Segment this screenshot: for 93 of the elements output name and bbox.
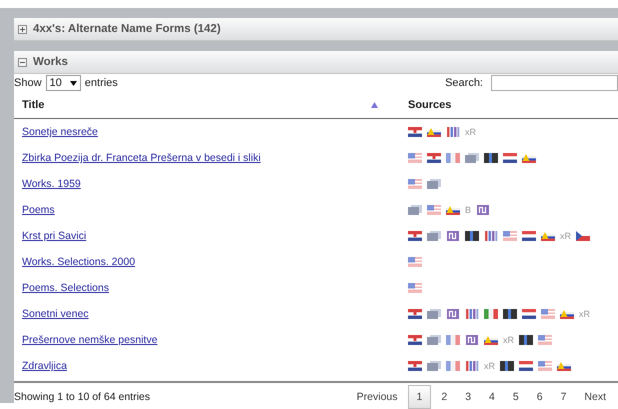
work-link[interactable]: Poems. Selections (22, 282, 109, 294)
page-button[interactable]: 1 (408, 385, 432, 409)
flag-icon (522, 231, 536, 241)
panel-header[interactable]: 4xx's: Alternate Name Forms (142) (14, 18, 618, 41)
column-header[interactable]: Sources (384, 92, 618, 118)
column-header[interactable]: Title (14, 92, 384, 118)
work-link[interactable]: Sonetje nesreče (22, 126, 98, 138)
tile-icon (446, 231, 460, 241)
dark-tile-icon (484, 153, 498, 163)
flag-icon (408, 361, 422, 371)
entries-dropdown[interactable]: 10 (46, 75, 81, 91)
book-icon (427, 179, 441, 189)
column-title: Sources (408, 99, 452, 111)
collapse-icon[interactable] (18, 58, 27, 66)
flag-icon (408, 283, 422, 293)
panel-header[interactable]: Works (14, 51, 618, 74)
warning-flag-icon (427, 127, 441, 137)
source-label: xR (579, 309, 590, 319)
entries-info: Showing 1 to 10 of 64 entries (14, 391, 150, 403)
page-button[interactable]: 2 (433, 386, 456, 408)
flag-icon (408, 231, 422, 241)
panel-title: Works (33, 56, 68, 68)
work-link[interactable]: Works. Selections. 2000 (22, 256, 136, 268)
page-button[interactable]: 4 (481, 386, 503, 408)
dark-tile-icon (500, 361, 514, 371)
flag-icon (519, 361, 533, 371)
flag-icon (427, 205, 441, 215)
flag-icon (427, 153, 441, 163)
warning-flag-icon (446, 205, 460, 215)
flag-icon (408, 127, 422, 137)
warning-flag-icon (484, 335, 498, 345)
book-icon (408, 205, 422, 215)
flag-icon (408, 309, 422, 319)
entries-label: entries (84, 77, 118, 89)
previous-button[interactable]: Previous (348, 386, 406, 408)
work-link[interactable]: Prešernove nemške pesnitve (22, 334, 158, 346)
book-icon (427, 309, 441, 319)
work-link[interactable]: Sonetni venec (22, 308, 89, 320)
panel-title: 4xx's: Alternate Name Forms (142) (33, 23, 221, 35)
dark-tile-icon (503, 309, 517, 319)
source-label: B (465, 205, 472, 215)
page-button[interactable]: 7 (552, 386, 574, 408)
flag-icon (522, 309, 536, 319)
warning-flag-icon (541, 231, 555, 241)
book-icon (465, 153, 479, 163)
work-link[interactable]: Zbirka Poezija dr. Franceta Prešerna v besedi i sliki (22, 152, 261, 164)
stripes-icon (465, 309, 479, 319)
tile-icon (465, 335, 479, 345)
flag-icon (503, 153, 517, 163)
flag-icon (446, 361, 460, 371)
warning-flag-icon (557, 361, 571, 371)
stripes-icon (465, 361, 479, 371)
dark-tile-icon (519, 335, 533, 345)
flag-icon (538, 335, 552, 345)
work-link[interactable]: Zdravljica (22, 360, 67, 372)
caret-icon (70, 80, 77, 86)
search-label: Search: (445, 77, 483, 89)
source-label: xR (465, 127, 476, 137)
flag-icon (408, 153, 422, 163)
stripes-icon (446, 127, 460, 137)
flag-icon (576, 231, 590, 241)
flag-icon (408, 179, 422, 189)
source-label: xR (503, 335, 514, 345)
flag-icon (503, 231, 517, 241)
next-button[interactable]: Next (576, 386, 614, 408)
expand-icon[interactable] (18, 24, 27, 34)
book-icon (427, 335, 441, 345)
flag-icon (446, 153, 460, 163)
work-link[interactable]: Krst pri Savici (22, 230, 86, 242)
page-button[interactable]: 6 (528, 386, 551, 408)
flag-icon (538, 361, 552, 371)
book-icon (427, 231, 441, 241)
column-title: Title (22, 99, 44, 111)
warning-flag-icon (560, 309, 574, 319)
tile-icon (446, 309, 460, 319)
stripes-icon (484, 231, 498, 241)
work-link[interactable]: Works. 1959 (22, 178, 81, 190)
show-label: Show (14, 77, 42, 89)
flag-icon (541, 309, 555, 319)
page-button[interactable]: 3 (457, 386, 480, 408)
search-field[interactable] (491, 75, 618, 91)
source-label: xR (560, 231, 571, 241)
flag-icon (408, 257, 422, 267)
page-button[interactable]: 5 (504, 386, 527, 408)
tile-icon (476, 205, 490, 215)
book-icon (427, 361, 441, 371)
work-link[interactable]: Poems (22, 204, 55, 216)
source-label: xR (484, 361, 495, 371)
flag-icon (408, 335, 422, 345)
flag-icon (446, 335, 460, 345)
dark-tile-icon (465, 231, 479, 241)
warning-flag-icon (522, 153, 536, 163)
flag-icon (484, 309, 498, 319)
